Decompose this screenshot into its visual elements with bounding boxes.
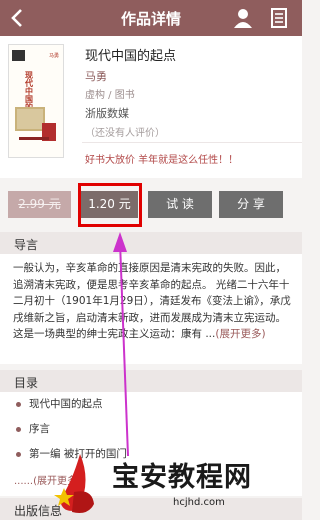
watermark-url: hcjhd.com xyxy=(173,497,225,508)
annotation-arrow-icon xyxy=(113,232,129,457)
watermark-text: 宝安教程网 xyxy=(112,462,252,493)
